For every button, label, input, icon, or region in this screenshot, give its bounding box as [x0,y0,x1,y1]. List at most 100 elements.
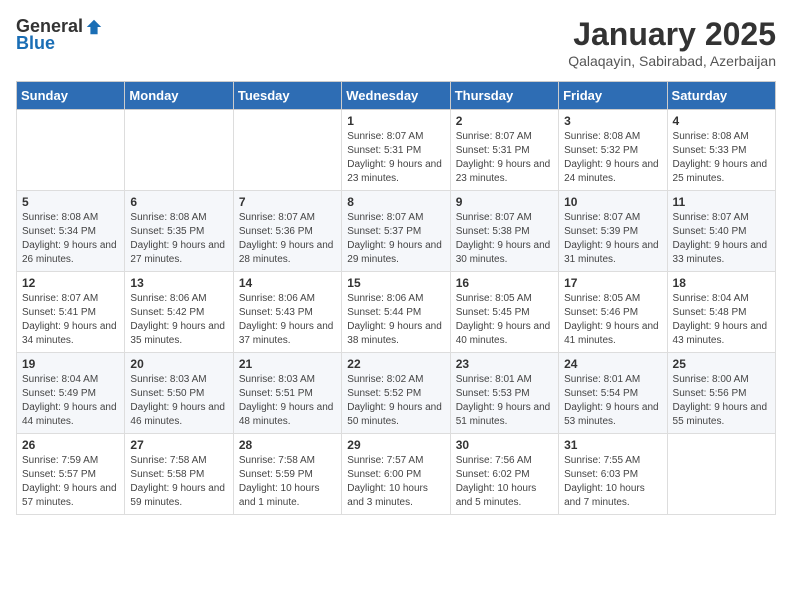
calendar-cell: 19 Sunrise: 8:04 AM Sunset: 5:49 PM Dayli… [17,353,125,434]
day-number: 15 [347,276,444,290]
day-info: Sunrise: 7:58 AM Sunset: 5:58 PM Dayligh… [130,454,227,510]
day-info: Sunrise: 7:56 AM Sunset: 6:02 PM Dayligh… [456,454,553,510]
calendar-cell: 6 Sunrise: 8:08 AM Sunset: 5:35 PM Daylig… [125,191,233,272]
calendar-table: SundayMondayTuesdayWednesdayThursdayFrid… [16,81,776,515]
day-number: 16 [456,276,553,290]
day-info: Sunrise: 8:06 AM Sunset: 5:44 PM Dayligh… [347,292,444,348]
day-number: 9 [456,195,553,209]
day-info: Sunrise: 8:04 AM Sunset: 5:49 PM Dayligh… [22,373,119,429]
day-info: Sunrise: 8:08 AM Sunset: 5:35 PM Dayligh… [130,211,227,267]
calendar-cell: 24 Sunrise: 8:01 AM Sunset: 5:54 PM Dayli… [559,353,667,434]
day-info: Sunrise: 7:55 AM Sunset: 6:03 PM Dayligh… [564,454,661,510]
day-number: 29 [347,438,444,452]
day-info: Sunrise: 8:07 AM Sunset: 5:40 PM Dayligh… [673,211,770,267]
day-info: Sunrise: 8:07 AM Sunset: 5:39 PM Dayligh… [564,211,661,267]
calendar-cell: 10 Sunrise: 8:07 AM Sunset: 5:39 PM Dayli… [559,191,667,272]
day-info: Sunrise: 8:00 AM Sunset: 5:56 PM Dayligh… [673,373,770,429]
page-header: General Blue January 2025 Qalaqayin, Sab… [16,16,776,69]
calendar-cell: 11 Sunrise: 8:07 AM Sunset: 5:40 PM Dayli… [667,191,775,272]
calendar-cell: 20 Sunrise: 8:03 AM Sunset: 5:50 PM Dayli… [125,353,233,434]
day-number: 5 [22,195,119,209]
calendar-cell: 22 Sunrise: 8:02 AM Sunset: 5:52 PM Dayli… [342,353,450,434]
day-number: 3 [564,114,661,128]
day-number: 8 [347,195,444,209]
day-info: Sunrise: 8:08 AM Sunset: 5:33 PM Dayligh… [673,130,770,186]
calendar-cell: 21Sunrise: 8:03 AM Sunset: 5:51 PM Dayli… [233,353,341,434]
weekday-header-friday: Friday [559,82,667,110]
day-number: 11 [673,195,770,209]
calendar-header-row: SundayMondayTuesdayWednesdayThursdayFrid… [17,82,776,110]
day-number: 12 [22,276,119,290]
weekday-header-tuesday: Tuesday [233,82,341,110]
weekday-header-wednesday: Wednesday [342,82,450,110]
day-number: 7 [239,195,336,209]
calendar-cell: 16 Sunrise: 8:05 AM Sunset: 5:45 PM Dayli… [450,272,558,353]
calendar-cell: 31 Sunrise: 7:55 AM Sunset: 6:03 PM Dayli… [559,434,667,515]
calendar-cell: 27 Sunrise: 7:58 AM Sunset: 5:58 PM Dayli… [125,434,233,515]
calendar-cell: 13 Sunrise: 8:06 AM Sunset: 5:42 PM Dayli… [125,272,233,353]
day-info: Sunrise: 8:08 AM Sunset: 5:32 PM Dayligh… [564,130,661,186]
calendar-cell: 18Sunrise: 8:04 AM Sunset: 5:48 PM Dayli… [667,272,775,353]
day-number: 6 [130,195,227,209]
calendar-cell: 14Sunrise: 8:06 AM Sunset: 5:43 PM Dayli… [233,272,341,353]
day-info: Sunrise: 8:07 AM Sunset: 5:31 PM Dayligh… [347,130,444,186]
month-title: January 2025 [568,16,776,53]
day-number: 27 [130,438,227,452]
day-number: 22 [347,357,444,371]
day-number: 24 [564,357,661,371]
day-info: Sunrise: 8:03 AM Sunset: 5:50 PM Dayligh… [130,373,227,429]
calendar-cell: 4 Sunrise: 8:08 AM Sunset: 5:33 PM Daylig… [667,110,775,191]
calendar-cell: 1 Sunrise: 8:07 AM Sunset: 5:31 PM Daylig… [342,110,450,191]
day-number: 26 [22,438,119,452]
calendar-cell: 15 Sunrise: 8:06 AM Sunset: 5:44 PM Dayli… [342,272,450,353]
calendar-cell: 23 Sunrise: 8:01 AM Sunset: 5:53 PM Dayli… [450,353,558,434]
calendar-cell [125,110,233,191]
day-number: 1 [347,114,444,128]
calendar-week-row: 1 Sunrise: 8:07 AM Sunset: 5:31 PM Daylig… [17,110,776,191]
calendar-cell: 25Sunrise: 8:00 AM Sunset: 5:56 PM Dayli… [667,353,775,434]
weekday-header-saturday: Saturday [667,82,775,110]
day-info: Sunrise: 8:07 AM Sunset: 5:37 PM Dayligh… [347,211,444,267]
calendar-week-row: 12 Sunrise: 8:07 AM Sunset: 5:41 PM Dayli… [17,272,776,353]
day-number: 4 [673,114,770,128]
calendar-cell: 17Sunrise: 8:05 AM Sunset: 5:46 PM Dayli… [559,272,667,353]
calendar-cell: 29 Sunrise: 7:57 AM Sunset: 6:00 PM Dayli… [342,434,450,515]
day-number: 10 [564,195,661,209]
day-info: Sunrise: 8:07 AM Sunset: 5:41 PM Dayligh… [22,292,119,348]
day-number: 13 [130,276,227,290]
day-info: Sunrise: 8:06 AM Sunset: 5:43 PM Dayligh… [239,292,336,348]
day-info: Sunrise: 8:07 AM Sunset: 5:36 PM Dayligh… [239,211,336,267]
calendar-cell: 3 Sunrise: 8:08 AM Sunset: 5:32 PM Daylig… [559,110,667,191]
calendar-week-row: 26 Sunrise: 7:59 AM Sunset: 5:57 PM Dayli… [17,434,776,515]
day-number: 23 [456,357,553,371]
weekday-header-sunday: Sunday [17,82,125,110]
day-info: Sunrise: 7:59 AM Sunset: 5:57 PM Dayligh… [22,454,119,510]
day-info: Sunrise: 8:06 AM Sunset: 5:42 PM Dayligh… [130,292,227,348]
day-info: Sunrise: 8:04 AM Sunset: 5:48 PM Dayligh… [673,292,770,348]
logo-icon [85,18,103,36]
day-number: 2 [456,114,553,128]
day-number: 31 [564,438,661,452]
day-info: Sunrise: 7:58 AM Sunset: 5:59 PM Dayligh… [239,454,336,510]
title-section: January 2025 Qalaqayin, Sabirabad, Azerb… [568,16,776,69]
calendar-cell [233,110,341,191]
day-number: 28 [239,438,336,452]
calendar-cell: 5Sunrise: 8:08 AM Sunset: 5:34 PM Daylig… [17,191,125,272]
calendar-cell: 30 Sunrise: 7:56 AM Sunset: 6:02 PM Dayli… [450,434,558,515]
calendar-cell [17,110,125,191]
day-number: 20 [130,357,227,371]
day-info: Sunrise: 7:57 AM Sunset: 6:00 PM Dayligh… [347,454,444,510]
calendar-cell: 28 Sunrise: 7:58 AM Sunset: 5:59 PM Dayli… [233,434,341,515]
logo-blue-text: Blue [16,33,55,54]
calendar-cell: 2 Sunrise: 8:07 AM Sunset: 5:31 PM Daylig… [450,110,558,191]
day-info: Sunrise: 8:02 AM Sunset: 5:52 PM Dayligh… [347,373,444,429]
calendar-cell: 9Sunrise: 8:07 AM Sunset: 5:38 PM Daylig… [450,191,558,272]
location-text: Qalaqayin, Sabirabad, Azerbaijan [568,53,776,69]
day-info: Sunrise: 8:01 AM Sunset: 5:53 PM Dayligh… [456,373,553,429]
day-info: Sunrise: 8:07 AM Sunset: 5:31 PM Dayligh… [456,130,553,186]
day-info: Sunrise: 8:05 AM Sunset: 5:45 PM Dayligh… [456,292,553,348]
day-number: 19 [22,357,119,371]
day-info: Sunrise: 8:01 AM Sunset: 5:54 PM Dayligh… [564,373,661,429]
calendar-cell: 8 Sunrise: 8:07 AM Sunset: 5:37 PM Daylig… [342,191,450,272]
day-number: 30 [456,438,553,452]
